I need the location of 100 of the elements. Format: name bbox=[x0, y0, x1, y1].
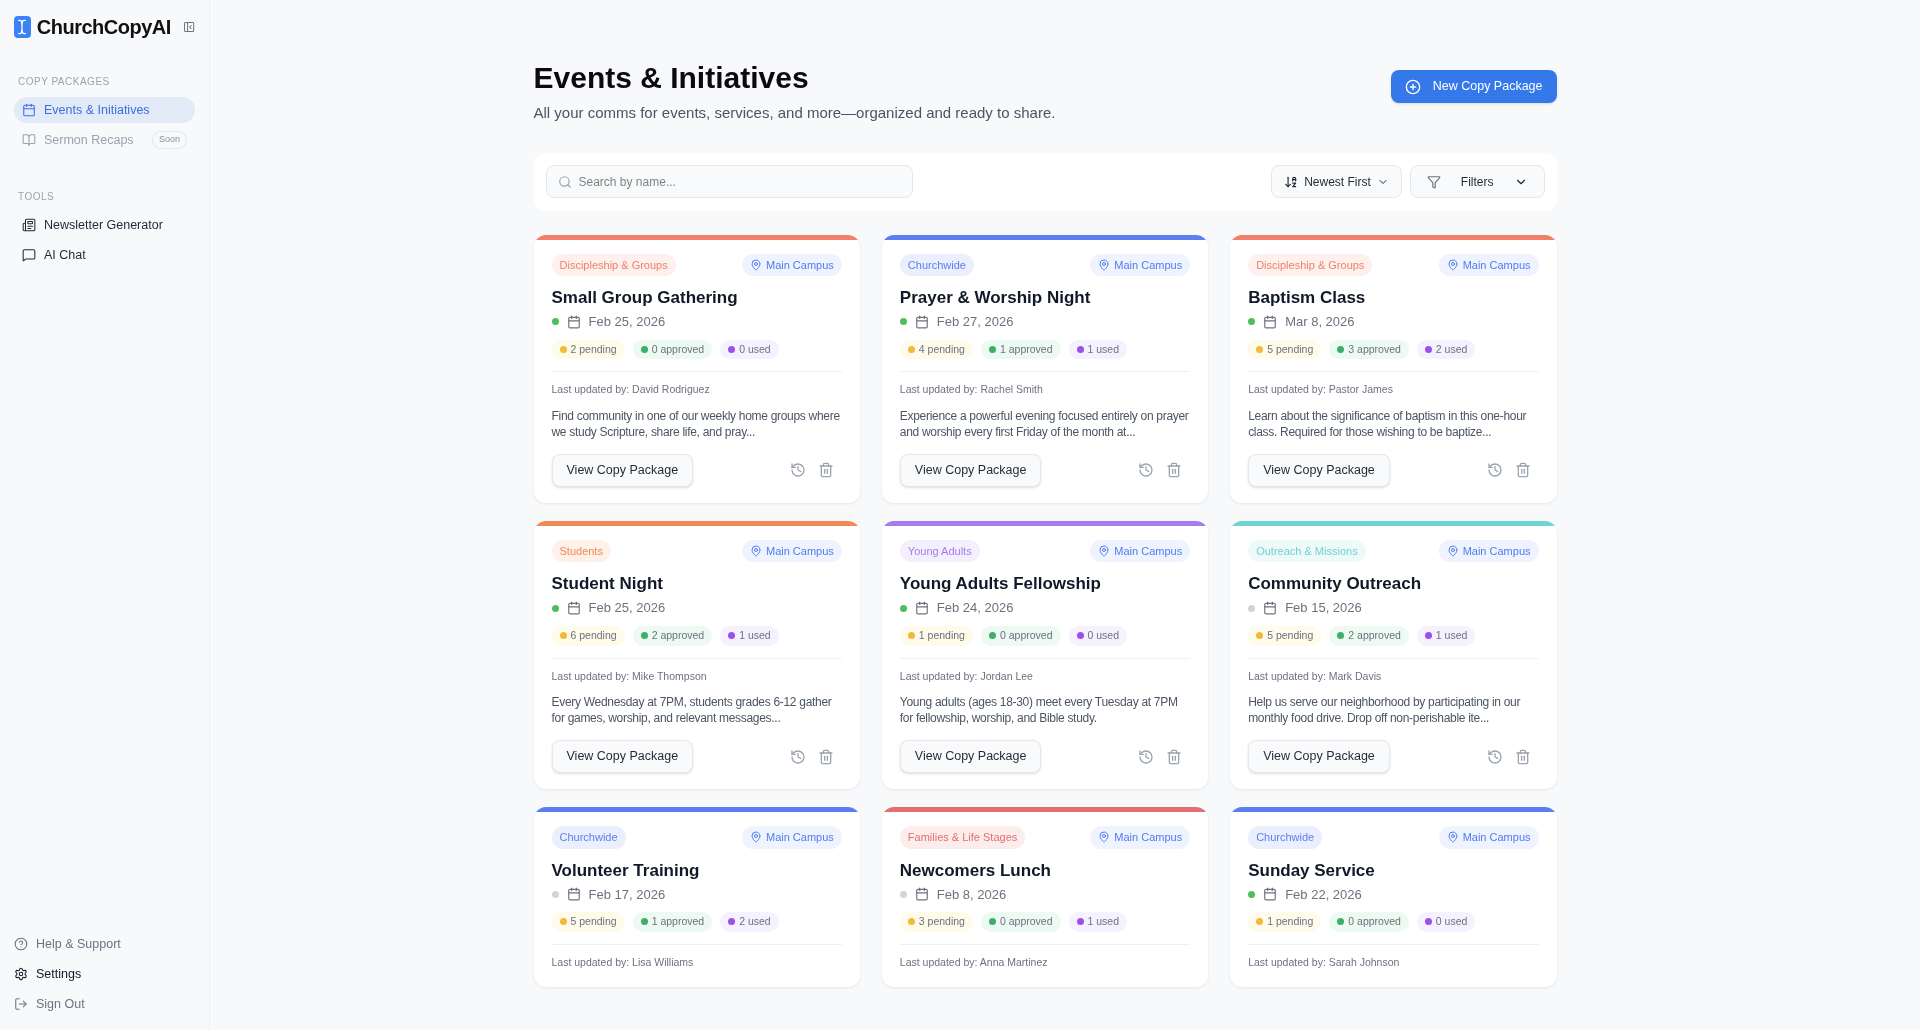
history-icon[interactable] bbox=[789, 748, 806, 765]
trash-icon[interactable] bbox=[817, 462, 834, 479]
category-tag: Families & Life Stages bbox=[899, 826, 1026, 849]
used-count: 1 used bbox=[1416, 625, 1476, 646]
sidebar-item[interactable]: AI Chat bbox=[14, 242, 195, 268]
card-title: Volunteer Training bbox=[551, 859, 701, 882]
location-tag: Main Campus bbox=[1438, 253, 1539, 276]
location-tag: Main Campus bbox=[1438, 539, 1539, 563]
last-updated-text: Last updated by: Mark Davis bbox=[1248, 668, 1383, 684]
sidebar-item[interactable]: Events & Initiatives bbox=[14, 97, 195, 123]
map-pin-icon bbox=[1098, 545, 1111, 557]
map-pin-icon bbox=[749, 258, 762, 271]
view-copy-package-button[interactable]: View Copy Package bbox=[1248, 454, 1390, 487]
sidebar-item[interactable]: Newsletter Generator bbox=[14, 212, 195, 238]
event-date: Mar 8, 2026 bbox=[1285, 313, 1355, 331]
event-date: Feb 17, 2026 bbox=[588, 885, 666, 904]
category-tag: Churchwide bbox=[899, 253, 974, 276]
pending-count: 5 pending bbox=[1248, 339, 1322, 360]
history-icon[interactable] bbox=[1138, 462, 1155, 479]
pending-count: 6 pending bbox=[551, 625, 625, 646]
view-copy-package-button[interactable]: View Copy Package bbox=[899, 454, 1042, 487]
filter-icon bbox=[1426, 174, 1441, 189]
sidebar-footer-item[interactable]: Settings bbox=[14, 964, 195, 984]
sort-dropdown[interactable]: Newest First bbox=[1271, 165, 1402, 198]
page-subtitle: All your comms for events, services, and more—organized and ready to share. bbox=[533, 103, 1056, 123]
calendar-icon bbox=[1263, 887, 1278, 902]
card-title: Sunday Service bbox=[1248, 859, 1376, 882]
last-updated-text: Last updated by: Anna Martinez bbox=[899, 954, 1049, 970]
approved-count: 1 approved bbox=[980, 339, 1061, 360]
used-count: 0 used bbox=[720, 339, 779, 360]
pending-count: 2 pending bbox=[551, 339, 625, 360]
sign-out-icon bbox=[14, 997, 28, 1011]
search-icon bbox=[557, 175, 572, 189]
event-date: Feb 22, 2026 bbox=[1285, 885, 1362, 904]
used-count: 0 used bbox=[1416, 912, 1476, 932]
used-count: 1 used bbox=[720, 625, 779, 646]
calendar-icon bbox=[914, 314, 929, 329]
location-tag: Main Campus bbox=[741, 253, 842, 276]
card-title: Prayer & Worship Night bbox=[899, 287, 1092, 309]
approved-count: 1 approved bbox=[632, 912, 713, 932]
event-date: Feb 15, 2026 bbox=[1285, 599, 1362, 618]
filters-dropdown[interactable]: Filters bbox=[1409, 165, 1545, 198]
calendar-icon bbox=[566, 887, 581, 902]
trash-icon[interactable] bbox=[1166, 462, 1183, 479]
calendar-icon bbox=[22, 103, 36, 117]
trash-icon[interactable] bbox=[1514, 462, 1531, 479]
calendar-icon bbox=[566, 314, 581, 329]
newspaper-icon bbox=[22, 218, 36, 232]
history-icon[interactable] bbox=[1138, 748, 1155, 765]
event-date: Feb 25, 2026 bbox=[588, 599, 666, 618]
sidebar-footer-item[interactable]: Sign Out bbox=[14, 994, 195, 1014]
location-tag: Main Campus bbox=[1090, 539, 1191, 563]
view-copy-package-button[interactable]: View Copy Package bbox=[899, 740, 1042, 773]
sort-icon bbox=[1284, 174, 1299, 189]
approved-count: 0 approved bbox=[980, 625, 1061, 646]
category-tag: Churchwide bbox=[1248, 826, 1323, 849]
search-field[interactable]: Search by name... bbox=[545, 165, 913, 198]
trash-icon[interactable] bbox=[817, 748, 834, 765]
last-updated-text: Last updated by: Pastor James bbox=[1248, 382, 1394, 398]
calendar-icon bbox=[1263, 314, 1278, 329]
view-copy-package-button[interactable]: View Copy Package bbox=[1248, 740, 1390, 773]
approved-count: 2 approved bbox=[1329, 625, 1409, 646]
history-icon[interactable] bbox=[789, 462, 806, 479]
pending-count: 1 pending bbox=[899, 625, 973, 646]
category-tag: Discipleship & Groups bbox=[1248, 253, 1373, 276]
view-copy-package-button[interactable]: View Copy Package bbox=[551, 740, 694, 773]
category-tag: Students bbox=[551, 539, 611, 563]
last-updated-text: Last updated by: Mike Thompson bbox=[551, 668, 708, 684]
new-copy-package-button[interactable]: New Copy Package bbox=[1390, 70, 1557, 103]
trash-icon[interactable] bbox=[1514, 748, 1531, 765]
event-date: Feb 27, 2026 bbox=[936, 313, 1014, 331]
last-updated-text: Last updated by: Sarah Johnson bbox=[1248, 954, 1401, 970]
category-tag: Outreach & Missions bbox=[1248, 539, 1366, 563]
event-date: Feb 25, 2026 bbox=[588, 313, 666, 331]
view-copy-package-button[interactable]: View Copy Package bbox=[551, 454, 694, 487]
trash-icon[interactable] bbox=[1166, 748, 1183, 765]
event-description: Learn about the significance of baptism in this one-hour class. Required for those wishing to be baptize... bbox=[1248, 408, 1528, 440]
calendar-icon bbox=[566, 601, 581, 615]
calendar-icon bbox=[914, 601, 929, 615]
used-count: 0 used bbox=[1068, 625, 1128, 646]
event-description: Find community in one of our weekly home groups where we study Scripture, share life, and pray... bbox=[551, 408, 841, 440]
category-tag: Churchwide bbox=[551, 826, 626, 849]
sidebar-footer-item[interactable]: Help & Support bbox=[14, 934, 195, 954]
history-icon[interactable] bbox=[1486, 748, 1503, 765]
page-title: Events & Initiatives bbox=[533, 60, 810, 96]
card-title: Newcomers Lunch bbox=[899, 859, 1052, 882]
pending-count: 1 pending bbox=[1248, 912, 1322, 932]
history-icon[interactable] bbox=[1486, 462, 1503, 479]
map-pin-icon bbox=[749, 831, 762, 844]
map-pin-icon bbox=[1098, 258, 1111, 271]
logo-icon bbox=[14, 16, 31, 38]
event-date: Feb 8, 2026 bbox=[936, 885, 1007, 904]
section-heading: TOOLS bbox=[17, 190, 56, 204]
used-count: 2 used bbox=[720, 912, 779, 932]
map-pin-icon bbox=[1446, 545, 1459, 557]
collapse-sidebar-icon[interactable] bbox=[182, 19, 195, 35]
help-icon bbox=[14, 937, 28, 951]
section-heading: COPY PACKAGES bbox=[17, 75, 111, 89]
used-count: 1 used bbox=[1068, 339, 1128, 360]
map-pin-icon bbox=[1446, 831, 1459, 844]
